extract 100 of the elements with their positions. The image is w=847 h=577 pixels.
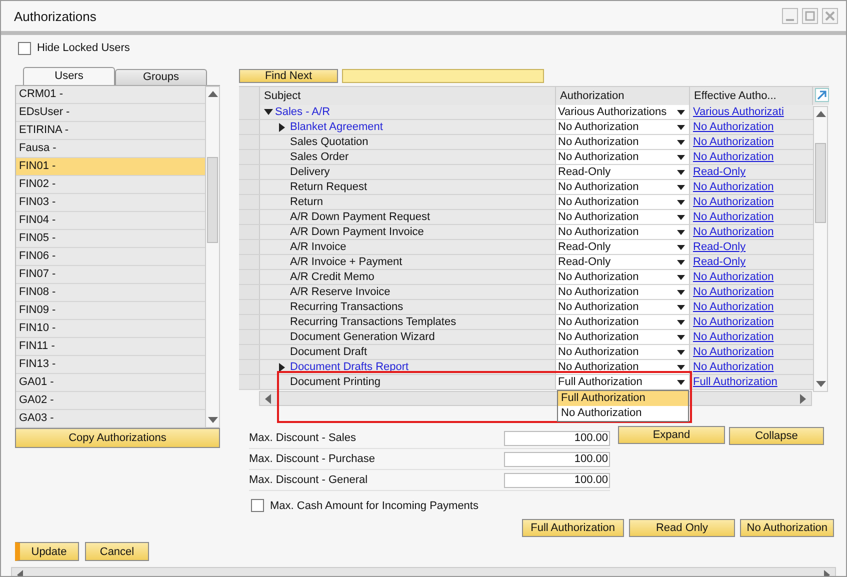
user-item[interactable]: EDsUser - bbox=[16, 104, 205, 122]
authorization-dropdown[interactable]: Full Authorization bbox=[556, 375, 690, 389]
grid-button[interactable]: Expand bbox=[618, 426, 725, 444]
row-header[interactable] bbox=[239, 135, 260, 149]
scroll-thumb[interactable] bbox=[207, 157, 218, 243]
set-authorization-button[interactable]: Read Only bbox=[628, 519, 736, 537]
user-item[interactable]: FIN13 - bbox=[16, 356, 205, 374]
user-item[interactable]: FIN07 - bbox=[16, 266, 205, 284]
effective-authorization-link[interactable]: No Authorization bbox=[693, 196, 774, 208]
user-item[interactable]: CRM01 - bbox=[16, 86, 205, 104]
authorization-dropdown[interactable]: No Authorization bbox=[556, 210, 690, 224]
user-item[interactable]: FIN02 - bbox=[16, 176, 205, 194]
effective-authorization-link[interactable]: Read-Only bbox=[693, 241, 746, 253]
row-header[interactable] bbox=[239, 240, 260, 254]
user-item[interactable]: FIN03 - bbox=[16, 194, 205, 212]
row-header[interactable] bbox=[239, 210, 260, 224]
authorization-dropdown[interactable]: No Authorization bbox=[556, 135, 690, 149]
scroll-thumb[interactable] bbox=[815, 143, 826, 223]
user-item[interactable]: FIN10 - bbox=[16, 320, 205, 338]
row-header[interactable] bbox=[239, 360, 260, 374]
effective-authorization-link[interactable]: No Authorization bbox=[693, 226, 774, 238]
discount-field[interactable]: 100.00 bbox=[504, 452, 610, 466]
expand-triangle-icon[interactable] bbox=[279, 362, 285, 372]
row-header[interactable] bbox=[239, 300, 260, 314]
expand-triangle-icon[interactable] bbox=[279, 122, 285, 132]
authorization-dropdown[interactable]: No Authorization bbox=[556, 120, 690, 134]
scroll-down-icon[interactable] bbox=[816, 381, 826, 387]
scrollbar[interactable] bbox=[205, 86, 220, 428]
effective-authorization-link[interactable]: No Authorization bbox=[693, 301, 774, 313]
row-header[interactable] bbox=[239, 375, 260, 389]
authorization-dropdown[interactable]: No Authorization bbox=[556, 270, 690, 284]
grid-button[interactable]: Collapse bbox=[729, 427, 824, 445]
authorization-dropdown[interactable]: No Authorization bbox=[556, 300, 690, 314]
scroll-down-icon[interactable] bbox=[208, 417, 218, 423]
dropdown-option[interactable]: Full Authorization bbox=[558, 391, 688, 406]
scrollbar[interactable] bbox=[813, 106, 828, 392]
authorization-dropdown[interactable]: No Authorization bbox=[556, 195, 690, 209]
effective-authorization-link[interactable]: No Authorization bbox=[693, 271, 774, 283]
authorization-dropdown[interactable]: No Authorization bbox=[556, 225, 690, 239]
user-item[interactable]: FIN08 - bbox=[16, 284, 205, 302]
dropdown-option[interactable]: No Authorization bbox=[558, 406, 688, 421]
authorization-dropdown[interactable]: No Authorization bbox=[556, 150, 690, 164]
user-item[interactable]: FIN05 - bbox=[16, 230, 205, 248]
effective-authorization-link[interactable]: Various Authorizati bbox=[693, 106, 784, 118]
authorization-dropdown[interactable]: No Authorization bbox=[556, 285, 690, 299]
effective-authorization-link[interactable]: No Authorization bbox=[693, 181, 774, 193]
authorization-dropdown[interactable]: Read-Only bbox=[556, 240, 690, 254]
user-item[interactable]: Fausa - bbox=[16, 140, 205, 158]
effective-authorization-link[interactable]: No Authorization bbox=[693, 211, 774, 223]
maximize-icon[interactable] bbox=[802, 8, 818, 24]
user-item[interactable]: GA03 - bbox=[16, 410, 205, 428]
scroll-up-icon[interactable] bbox=[816, 111, 826, 117]
row-header[interactable] bbox=[239, 195, 260, 209]
user-tab[interactable]: Groups bbox=[115, 69, 207, 85]
scroll-left-icon[interactable] bbox=[265, 394, 271, 404]
authorization-dropdown[interactable]: No Authorization bbox=[556, 345, 690, 359]
minimize-icon[interactable] bbox=[782, 8, 798, 24]
expand-icon[interactable] bbox=[815, 88, 829, 102]
find-next-button[interactable]: Find Next bbox=[239, 69, 338, 83]
user-item[interactable]: FIN01 - bbox=[16, 158, 205, 176]
authorization-dropdown[interactable]: Read-Only bbox=[556, 165, 690, 179]
effective-authorization-link[interactable]: No Authorization bbox=[693, 346, 774, 358]
user-item[interactable]: FIN09 - bbox=[16, 302, 205, 320]
collapse-triangle-icon[interactable] bbox=[264, 109, 273, 115]
footer-button[interactable]: Cancel bbox=[85, 542, 149, 561]
effective-authorization-link[interactable]: No Authorization bbox=[693, 361, 774, 373]
effective-authorization-link[interactable]: Read-Only bbox=[693, 166, 746, 178]
find-field[interactable] bbox=[342, 69, 544, 83]
subject-cell[interactable]: Sales - A/R bbox=[275, 105, 330, 119]
row-header[interactable] bbox=[239, 285, 260, 299]
subject-cell[interactable]: Document Drafts Report bbox=[290, 360, 409, 374]
row-header[interactable] bbox=[239, 150, 260, 164]
effective-authorization-link[interactable]: Read-Only bbox=[693, 256, 746, 268]
user-item[interactable]: GA02 - bbox=[16, 392, 205, 410]
row-header[interactable] bbox=[239, 120, 260, 134]
authorization-dropdown[interactable]: Read-Only bbox=[556, 255, 690, 269]
effective-authorization-link[interactable]: No Authorization bbox=[693, 151, 774, 163]
user-item[interactable]: FIN06 - bbox=[16, 248, 205, 266]
user-item[interactable]: ETIRINA - bbox=[16, 122, 205, 140]
set-authorization-button[interactable]: Full Authorization bbox=[522, 519, 624, 537]
row-header[interactable] bbox=[239, 225, 260, 239]
footer-button[interactable]: Update bbox=[15, 542, 79, 561]
authorization-dropdown[interactable]: No Authorization bbox=[556, 315, 690, 329]
row-header[interactable] bbox=[239, 270, 260, 284]
effective-authorization-link[interactable]: No Authorization bbox=[693, 331, 774, 343]
effective-authorization-link[interactable]: No Authorization bbox=[693, 136, 774, 148]
row-header[interactable] bbox=[239, 315, 260, 329]
scroll-up-icon[interactable] bbox=[208, 91, 218, 97]
effective-authorization-link[interactable]: No Authorization bbox=[693, 121, 774, 133]
cash-limit-checkbox[interactable] bbox=[251, 499, 264, 512]
scroll-right-icon[interactable] bbox=[800, 394, 806, 404]
authorization-dropdown[interactable]: No Authorization bbox=[556, 180, 690, 194]
effective-authorization-link[interactable]: Full Authorization bbox=[693, 376, 778, 388]
user-item[interactable]: GA01 - bbox=[16, 374, 205, 392]
effective-authorization-link[interactable]: No Authorization bbox=[693, 316, 774, 328]
subject-cell[interactable]: Blanket Agreement bbox=[290, 120, 383, 134]
row-header[interactable] bbox=[239, 180, 260, 194]
authorization-dropdown[interactable]: No Authorization bbox=[556, 330, 690, 344]
set-authorization-button[interactable]: No Authorization bbox=[740, 519, 834, 537]
row-header[interactable] bbox=[239, 255, 260, 269]
